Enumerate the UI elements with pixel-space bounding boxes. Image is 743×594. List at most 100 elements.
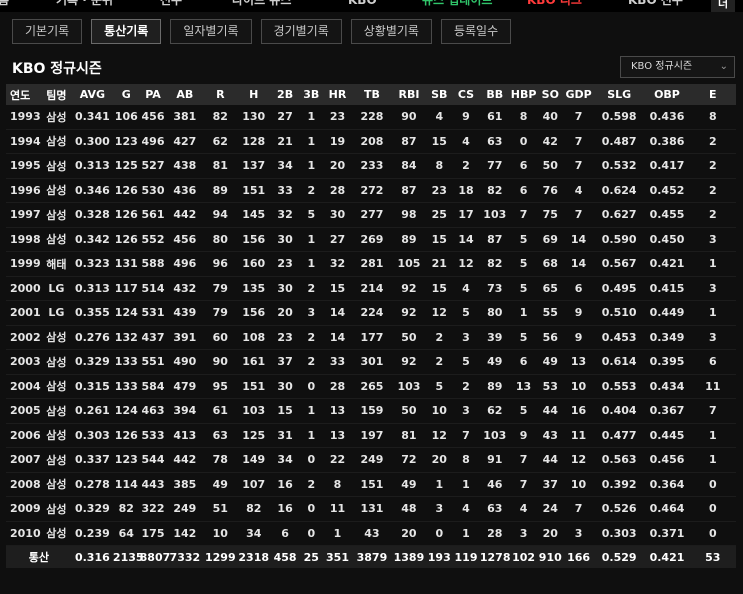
- table-cell: 103: [391, 374, 427, 399]
- column-header[interactable]: TB: [352, 84, 392, 105]
- table-cell: 0.367: [644, 398, 690, 424]
- topnav-item[interactable]: KBO 리그: [527, 0, 582, 7]
- table-cell: 0: [426, 521, 453, 546]
- table-row: 1999 해태 0.323 131 588 496 96 160 23 1 32 281 105 21 12…: [6, 251, 736, 277]
- table-cell: 43: [537, 423, 564, 448]
- table-cell: 9: [563, 325, 594, 350]
- table-cell: 0.627: [593, 202, 645, 228]
- column-header[interactable]: E: [689, 84, 736, 105]
- column-header[interactable]: HR: [322, 84, 353, 105]
- table-cell: 7: [509, 472, 538, 497]
- table-cell: 20: [426, 447, 453, 473]
- subtab[interactable]: 기본기록: [12, 19, 83, 44]
- table-cell: 63: [479, 129, 510, 154]
- table-cell: 2: [426, 349, 453, 375]
- table-cell: 12: [426, 423, 453, 448]
- table-cell: 103: [479, 202, 510, 228]
- table-cell: 33: [322, 349, 353, 375]
- table-cell: 1: [299, 423, 323, 448]
- table-cell: 197: [352, 423, 392, 448]
- table-cell: 76: [537, 178, 564, 203]
- topnav-item[interactable]: 라이브 뉴스: [232, 0, 291, 7]
- total-cell: 2318: [237, 545, 271, 568]
- column-header[interactable]: SLG: [593, 84, 645, 105]
- table-cell: 135: [237, 276, 271, 301]
- total-cell: 458: [270, 545, 300, 568]
- total-cell: 910: [537, 545, 564, 568]
- table-cell: 삼성: [40, 521, 72, 546]
- topnav-item[interactable]: KBO 선수: [628, 0, 683, 7]
- table-cell: 삼성: [40, 105, 72, 130]
- record-subtabs: 기본기록 통산기록 일자별기록 경기별기록 상황별기록 등록일수: [12, 19, 520, 44]
- table-cell: 2007: [6, 447, 41, 473]
- column-header[interactable]: 팀명: [40, 84, 72, 105]
- column-header[interactable]: 3B: [299, 84, 323, 105]
- table-cell: 1: [299, 398, 323, 424]
- table-cell: 51: [203, 496, 238, 522]
- table-cell: 23: [322, 105, 353, 130]
- column-header[interactable]: AVG: [71, 84, 113, 105]
- column-header[interactable]: OBP: [644, 84, 690, 105]
- table-cell: 177: [352, 325, 392, 350]
- topnav-item[interactable]: KBO: [348, 0, 377, 7]
- topnav-item[interactable]: 선수: [160, 0, 182, 7]
- column-header[interactable]: R: [203, 84, 238, 105]
- table-cell: 1: [299, 129, 323, 154]
- table-cell: 34: [270, 447, 300, 473]
- column-header[interactable]: G: [112, 84, 140, 105]
- career-stats-table: 연도 팀명 AVG G PA AB R H 2B 3B HR TB RBI SB CS BB HBP SO GDP S…: [6, 84, 736, 568]
- column-header[interactable]: SO: [537, 84, 564, 105]
- column-header[interactable]: PA: [139, 84, 167, 105]
- table-cell: 117: [112, 276, 140, 301]
- topnav-item[interactable]: 뉴스 업데이트: [422, 0, 492, 7]
- table-cell: 496: [166, 251, 204, 277]
- total-cell: 1278: [479, 545, 511, 568]
- table-cell: 81: [391, 423, 427, 448]
- table-cell: 552: [139, 227, 167, 252]
- column-header[interactable]: 2B: [270, 84, 300, 105]
- table-cell: 1: [299, 251, 323, 277]
- table-cell: 90: [391, 105, 427, 130]
- table-cell: 0.434: [644, 374, 690, 399]
- column-header[interactable]: BB: [479, 84, 510, 105]
- column-header[interactable]: RBI: [391, 84, 427, 105]
- column-header[interactable]: AB: [166, 84, 204, 105]
- table-cell: 103: [479, 423, 510, 448]
- total-cell: 2135: [112, 545, 144, 568]
- table-cell: 0: [509, 129, 538, 154]
- column-header[interactable]: H: [237, 84, 271, 105]
- table-cell: 0.315: [71, 374, 113, 399]
- table-cell: 64: [112, 521, 140, 546]
- subtab[interactable]: 등록일수: [440, 19, 512, 44]
- table-cell: 456: [139, 105, 167, 130]
- season-select[interactable]: KBO 정규시즌 ⌄: [620, 56, 735, 78]
- table-cell: 87: [391, 129, 427, 154]
- table-cell: 삼성: [40, 202, 72, 228]
- subtab[interactable]: 경기별기록: [260, 19, 342, 44]
- column-header[interactable]: HBP: [509, 84, 538, 105]
- subtab[interactable]: 상황별기록: [350, 19, 432, 44]
- table-cell: 82: [237, 496, 271, 522]
- table-cell: 0: [299, 374, 323, 399]
- table-cell: 9: [509, 423, 538, 448]
- topnav-item[interactable]: 홈: [0, 0, 9, 7]
- subtab[interactable]: 통산기록: [91, 19, 162, 44]
- table-cell: 4: [426, 105, 453, 130]
- table-cell: 44: [537, 447, 564, 473]
- topnav-item[interactable]: 기록 · 순위: [56, 0, 113, 7]
- column-header[interactable]: GDP: [563, 84, 594, 105]
- table-cell: 496: [139, 129, 167, 154]
- subtab[interactable]: 일자별기록: [170, 19, 252, 44]
- table-cell: 3: [299, 300, 323, 326]
- column-header[interactable]: SB: [426, 84, 453, 105]
- table-cell: 7: [689, 398, 736, 424]
- table-cell: 68: [537, 251, 564, 277]
- table-cell: 301: [352, 349, 392, 375]
- table-cell: 0.300: [71, 129, 113, 154]
- table-cell: 5: [509, 276, 538, 301]
- column-header[interactable]: 연도: [6, 84, 41, 105]
- table-cell: 1999: [6, 251, 41, 277]
- table-cell: 12: [426, 300, 453, 326]
- column-header[interactable]: CS: [452, 84, 480, 105]
- topnav-extra-button[interactable]: 더: [711, 0, 735, 12]
